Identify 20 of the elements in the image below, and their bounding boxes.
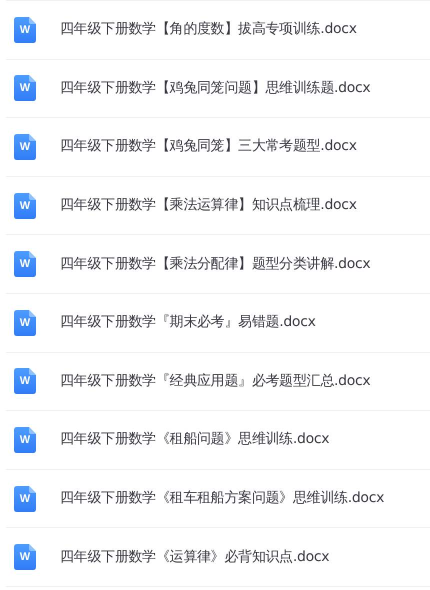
file-name[interactable]: 四年级下册数学『期末必考』易错题.docx (60, 312, 316, 334)
file-name[interactable]: 四年级下册数学《租车租船方案问题》思维训练.docx (60, 488, 384, 510)
document-icon: W (14, 368, 36, 394)
file-name[interactable]: 四年级下册数学【鸡兔同笼问题】思维训练题.docx (60, 78, 370, 99)
file-name[interactable]: 四年级下册数学《运算律》必背知识点.docx (60, 546, 330, 568)
file-name[interactable]: 四年级下册数学《租船问题》思维训练.docx (60, 429, 330, 450)
document-icon: W (14, 544, 36, 570)
document-icon: W (14, 134, 36, 160)
document-icon: W (14, 310, 36, 336)
file-name[interactable]: 四年级下册数学【乘法分配律】题型分类讲解.docx (60, 254, 370, 275)
document-icon: W (14, 486, 36, 512)
file-name[interactable]: 四年级下册数学【角的度数】拔高专项训练.docx (60, 19, 357, 40)
document-icon: W (14, 75, 36, 102)
document-icon: W (14, 16, 36, 43)
file-name[interactable]: 四年级下册数学【鸡兔同笼】三大常考题型.docx (60, 136, 357, 158)
file-name[interactable]: 四年级下册数学『经典应用题』必考题型汇总.docx (60, 370, 370, 392)
file-name[interactable]: 四年级下册数学【乘法运算律】知识点梳理.docx (60, 195, 357, 216)
document-icon: W (14, 426, 36, 453)
document-icon: W (14, 192, 36, 219)
document-icon: W (14, 251, 36, 278)
